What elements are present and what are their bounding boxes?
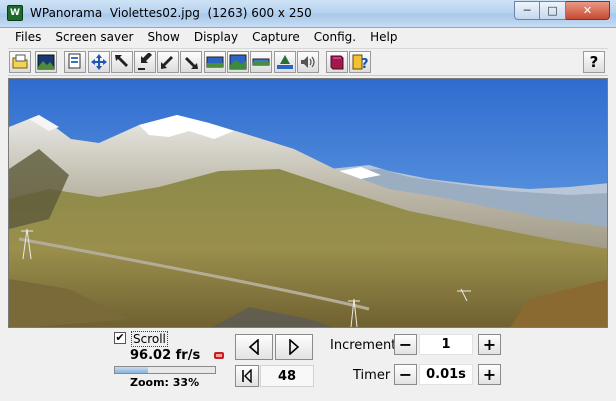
open-file-icon[interactable] bbox=[9, 51, 31, 73]
app-icon[interactable]: W bbox=[7, 5, 23, 21]
minimize-button[interactable]: ─ bbox=[514, 1, 540, 20]
speaker-icon[interactable] bbox=[297, 51, 319, 73]
arrow-down-right-icon[interactable] bbox=[180, 51, 202, 73]
mountain-panorama bbox=[9, 79, 607, 327]
move-arrows-icon[interactable] bbox=[88, 51, 110, 73]
increment-value: 1 bbox=[419, 334, 473, 355]
image-icon[interactable] bbox=[35, 51, 57, 73]
panorama-strip-icon[interactable] bbox=[250, 51, 272, 73]
chevron-right-icon bbox=[289, 339, 300, 355]
timer-label: Timer bbox=[353, 368, 391, 383]
arrow-down-left-icon[interactable] bbox=[157, 51, 179, 73]
zoom-slider[interactable] bbox=[114, 366, 216, 374]
menu-config[interactable]: Config. bbox=[307, 28, 363, 47]
toolbar: ? ? bbox=[8, 48, 608, 76]
next-button[interactable] bbox=[275, 334, 313, 360]
first-frame-button[interactable] bbox=[235, 365, 259, 387]
svg-text:?: ? bbox=[361, 57, 369, 71]
previous-button[interactable] bbox=[235, 334, 273, 360]
maximize-button[interactable]: □ bbox=[540, 1, 566, 20]
increment-plus-button[interactable]: + bbox=[478, 334, 501, 355]
help-button[interactable]: ? bbox=[583, 51, 605, 73]
menu-files[interactable]: Files bbox=[8, 28, 48, 47]
window-controls: ─ □ ✕ bbox=[514, 1, 610, 20]
record-icon bbox=[214, 352, 224, 359]
menu-display[interactable]: Display bbox=[187, 28, 245, 47]
book-icon[interactable] bbox=[326, 51, 348, 73]
menu-show[interactable]: Show bbox=[140, 28, 186, 47]
title-bar[interactable]: W WPanorama Violettes02.jpg (1263) 600 x… bbox=[0, 0, 616, 28]
step-value: 48 bbox=[260, 365, 314, 387]
arrow-in-icon[interactable] bbox=[134, 51, 156, 73]
increment-minus-button[interactable]: − bbox=[394, 334, 417, 355]
menu-screen-saver[interactable]: Screen saver bbox=[48, 28, 140, 47]
control-panel: ✔ Scroll 96.02 fr/s Zoom: 33% 48 Increme… bbox=[8, 328, 608, 394]
menu-bar: Files Screen saver Show Display Capture … bbox=[8, 28, 608, 47]
increment-label: Increment bbox=[330, 338, 397, 353]
panorama-fit-icon[interactable] bbox=[227, 51, 249, 73]
zoom-slider-fill bbox=[115, 367, 148, 373]
skip-back-icon bbox=[242, 369, 252, 383]
help-book-icon[interactable]: ? bbox=[349, 51, 371, 73]
timer-plus-button[interactable]: + bbox=[478, 364, 501, 385]
horizon-icon[interactable] bbox=[274, 51, 296, 73]
fps-readout: 96.02 fr/s bbox=[130, 348, 201, 363]
panorama-view-icon[interactable] bbox=[204, 51, 226, 73]
chevron-left-icon bbox=[248, 339, 259, 355]
copy-icon[interactable] bbox=[64, 51, 86, 73]
panorama-image[interactable] bbox=[8, 78, 608, 328]
close-button[interactable]: ✕ bbox=[566, 1, 610, 20]
timer-value: 0.01s bbox=[419, 364, 473, 385]
window-title: WPanorama Violettes02.jpg (1263) 600 x 2… bbox=[30, 6, 312, 20]
menu-capture[interactable]: Capture bbox=[245, 28, 307, 47]
zoom-label: Zoom: 33% bbox=[130, 376, 200, 389]
timer-minus-button[interactable]: − bbox=[394, 364, 417, 385]
arrow-up-left-icon[interactable] bbox=[111, 51, 133, 73]
scroll-label[interactable]: Scroll bbox=[131, 331, 168, 347]
scroll-checkbox[interactable]: ✔ bbox=[114, 332, 126, 344]
menu-help[interactable]: Help bbox=[363, 28, 404, 47]
